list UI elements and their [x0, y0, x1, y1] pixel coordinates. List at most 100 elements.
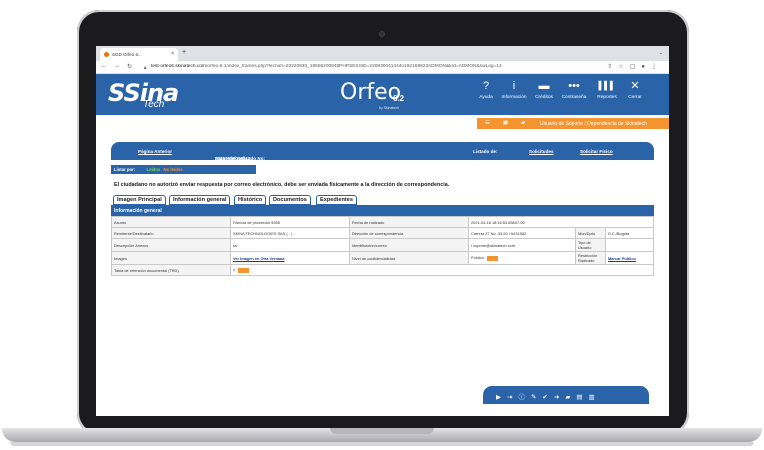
imagen-cell: Ver Imagen en Otra Ventana — [230, 251, 350, 265]
credits-icon: ▬ — [538, 80, 550, 92]
app-header: SSina Tech Orfeo 6.2 by Skinatech ? Ayud… — [96, 74, 669, 115]
tab-informacion-general[interactable]: Información general — [169, 195, 231, 205]
play-icon[interactable]: ▶ — [496, 394, 507, 401]
trash-icon[interactable]: ▥ — [588, 394, 600, 401]
view-image-link[interactable]: Ver Imagen en Otra Ventana — [233, 256, 284, 261]
tab-close-icon[interactable]: × — [171, 51, 174, 57]
menu-cerrar[interactable]: ✕ Cerrar — [625, 80, 645, 100]
table-row: Remitente/Destinatario SKINA TECHNOLOGIE… — [111, 227, 654, 239]
url-host: test-orfeo6.skinatech.com — [151, 64, 206, 69]
back-icon[interactable]: ← — [101, 63, 107, 69]
nivel-value: Público — [471, 255, 484, 261]
filter-label: Listar por: — [114, 167, 136, 172]
orfeo-by: by Skinatech — [379, 106, 400, 110]
physical-request-link[interactable]: Solicitar Físico — [580, 149, 613, 154]
question-icon: ? — [482, 80, 490, 92]
favicon-icon — [104, 52, 109, 57]
direccion-value: Carrera 37 No. 53-50 / 6431582 — [468, 227, 576, 239]
list-label: Listado de: — [473, 149, 498, 154]
user-dependency-label: Usuario de Soporte | Dependencia de Skin… — [540, 121, 647, 127]
menu-creditos[interactable]: ▬ Créditos — [533, 80, 555, 100]
info-icon[interactable]: ⓘ — [518, 394, 531, 401]
browser-extension-icons[interactable]: ⇧☆▢●⋮ — [607, 63, 663, 70]
folder-icon[interactable]: ▰ — [565, 394, 576, 401]
check-icon[interactable]: ✔ — [542, 394, 553, 401]
share-icon[interactable]: ➜ — [554, 394, 565, 401]
laptop-screen: SGD Orfeo 6... × + ⌄ ← → ↻ 🔒︎ test-orfeo… — [96, 46, 669, 416]
menu-informacion[interactable]: i Información — [499, 80, 529, 100]
tab-imagen-principal[interactable]: Imagen Principal — [113, 195, 166, 205]
table-row: Imagen Ver Imagen en Otra Ventana Nivel … — [111, 251, 654, 265]
browser-tab-bar: SGD Orfeo 6... × + ⌄ — [96, 46, 669, 61]
tipo-usuario-label: Tipo de Usuario — [575, 238, 606, 252]
remitente-value: SKINA TECHNOLOGIES SAS ( - ) — [230, 227, 350, 239]
folder-icon[interactable]: ▰ — [521, 120, 525, 126]
filter-read-link[interactable]: Leídos — [146, 167, 160, 172]
menu-reportes[interactable]: ▌▌▌ Reportes — [595, 80, 619, 100]
record-number[interactable]: 20219980000112 — [215, 156, 251, 161]
identificacion-value: / soporte@skinatech.com — [468, 238, 576, 252]
record-header: Página Anterior Datos del radicado No: 2… — [111, 142, 654, 161]
address-bar[interactable]: 🔒︎ test-orfeo6.skinatech.com/orfeo-6.1/i… — [144, 64, 584, 72]
mark-public-link[interactable]: Marcar Público — [608, 256, 636, 261]
restriccion-label: Restricción Radicado — [575, 251, 606, 265]
forward-icon[interactable]: → — [114, 63, 120, 69]
trd-value: // — [233, 267, 236, 273]
browser-tab-title: SGD Orfeo 6... — [112, 52, 142, 57]
fecha-value: 2021-04-16 18:16:53.83807-05 — [468, 216, 654, 228]
orfeo-version: 6.2 — [393, 94, 405, 103]
table-row: Tabla de retención documental (TRD) // — [111, 264, 654, 276]
window-icon[interactable]: ▣ — [503, 120, 508, 126]
menu-ayuda[interactable]: ? Ayuda — [475, 80, 497, 100]
direccion-label: Dirección de correspondencia — [349, 227, 469, 239]
section-title: Información general — [111, 205, 654, 216]
url-path: /orfeo-6.1/index_frames.php?fechah=20220… — [205, 64, 502, 69]
filter-bar: Listar por: Leídos No leídos — [111, 165, 256, 174]
nivel-label: Nivel de confidencialidad — [349, 251, 469, 265]
consent-notice: El ciudadano no autorizó enviar respuest… — [114, 182, 450, 188]
descripcion-value: ss — [230, 238, 350, 252]
skinatech-logo-sub: Tech — [143, 99, 165, 110]
change-confidentiality-button[interactable] — [486, 255, 498, 261]
menu-contrasena[interactable]: ••• Contraseña — [559, 80, 589, 100]
login-icon[interactable]: ⇥ — [507, 394, 518, 401]
orfeo-logo: Orfeo — [340, 80, 402, 105]
trd-label: Tabla de retención documental (TRD) — [111, 264, 231, 276]
prev-page-link[interactable]: Página Anterior — [138, 149, 172, 154]
pdf-icon[interactable]: ▤ — [576, 394, 588, 401]
descripcion-label: Descripción Anexos — [111, 238, 231, 252]
list-icon[interactable]: ☰ — [485, 120, 490, 126]
edit-icon[interactable]: ✎ — [531, 394, 542, 401]
browser-toolbar: ← → ↻ 🔒︎ test-orfeo6.skinatech.com/orfeo… — [96, 61, 669, 74]
asunto-value: Factura de proveedor 5555 — [230, 216, 350, 228]
mun-label: Mun/Dpto — [575, 227, 606, 239]
tab-documentos[interactable]: Documentos — [269, 195, 311, 205]
browser-tab[interactable]: SGD Orfeo 6... × — [100, 48, 178, 61]
webcam-icon — [379, 31, 385, 37]
tab-list-chevron-icon[interactable]: ⌄ — [659, 50, 663, 56]
lock-icon: 🔒︎ — [144, 65, 147, 70]
tipo-usuario-value — [605, 238, 654, 252]
mun-value: D.C./Bogota — [605, 227, 654, 239]
imagen-label: Imagen — [111, 251, 231, 265]
remitente-label: Remitente/Destinatario — [111, 227, 231, 239]
more-icon: ••• — [568, 80, 580, 92]
tab-expedientes[interactable]: Expedientes — [316, 195, 357, 205]
requests-link[interactable]: Solicitudes — [529, 149, 554, 154]
new-tab-button[interactable]: + — [182, 49, 186, 56]
close-icon: ✕ — [630, 80, 640, 92]
filter-unread-link[interactable]: No leídos — [164, 167, 183, 172]
tab-historico[interactable]: Histórico — [234, 195, 267, 205]
user-bar: ☰ ▣ ▰ Usuario de Soporte | Dependencia d… — [477, 118, 669, 129]
reload-icon[interactable]: ↻ — [127, 63, 132, 70]
laptop-notch — [330, 428, 434, 434]
laptop-shadow — [10, 442, 754, 446]
bottom-action-toolbar: ▶⇥ⓘ✎✔➜▰▤▥ — [483, 386, 649, 404]
identificacion-label: Identificación/correo — [349, 238, 469, 252]
nivel-cell: Público — [468, 251, 576, 265]
edit-trd-button[interactable] — [238, 267, 250, 273]
fecha-label: Fecha de radicado — [349, 216, 469, 228]
laptop-mockup: SGD Orfeo 6... × + ⌄ ← → ↻ 🔒︎ test-orfeo… — [0, 0, 764, 450]
restriccion-cell: Marcar Público — [605, 251, 654, 265]
info-icon: i — [512, 80, 516, 92]
